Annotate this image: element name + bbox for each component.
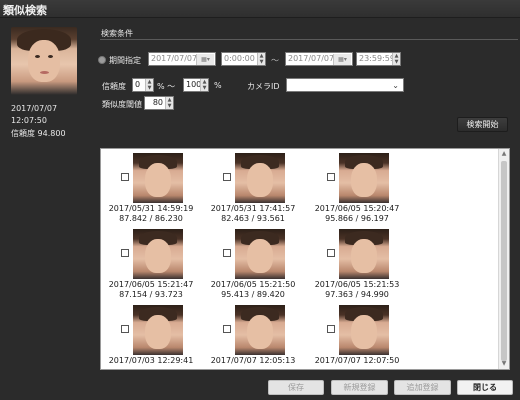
- chevron-down-icon[interactable]: ⌄: [392, 80, 399, 91]
- calendar-icon[interactable]: ▦▾: [196, 54, 214, 65]
- start-time-value: 0:00:00: [224, 54, 255, 63]
- percent-range-label: % 〜: [157, 82, 176, 91]
- spin-down-icon[interactable]: ▼: [146, 85, 153, 91]
- query-panel: 2017/07/07 12:07:50 信頼度 94.800: [0, 18, 90, 380]
- result-checkbox[interactable]: [121, 249, 129, 257]
- result-scores: 97.363 / 94.990: [325, 290, 389, 299]
- result-scores: 95.413 / 89.420: [221, 290, 285, 299]
- end-date-field[interactable]: 2017/07/07 ▦▾: [285, 52, 353, 66]
- result-item[interactable]: 2017/06/05 15:21:53 97.363 / 94.990: [307, 227, 407, 299]
- save-button[interactable]: 保存: [268, 380, 324, 395]
- result-item[interactable]: 2017/06/05 15:21:47 87.154 / 93.723: [101, 227, 201, 299]
- result-checkbox[interactable]: [327, 173, 335, 181]
- similarity-threshold-value: 80: [152, 98, 163, 107]
- result-scores: 87.842 / 86.230: [119, 214, 183, 223]
- confidence-max-value: 100: [186, 80, 202, 89]
- footer-bar: 保存 新規登録 追加登録 閉じる: [0, 380, 520, 400]
- result-item[interactable]: 2017/06/05 15:21:50 95.413 / 89.420: [203, 227, 303, 299]
- result-face-thumbnail[interactable]: [133, 153, 183, 203]
- result-checkbox[interactable]: [223, 325, 231, 333]
- result-timestamp: 2017/05/31 17:41:57: [210, 204, 296, 213]
- query-face-image: [11, 27, 77, 95]
- result-item[interactable]: 2017/05/31 14:59:19 87.842 / 86.230: [101, 151, 201, 223]
- end-time-spinner[interactable]: ▲ ▼: [392, 53, 400, 65]
- similarity-threshold-label: 類似度閾値: [102, 100, 142, 109]
- result-face-thumbnail[interactable]: [133, 229, 183, 279]
- result-timestamp: 2017/06/05 15:21:53: [314, 280, 400, 289]
- divider: [100, 39, 518, 40]
- result-checkbox[interactable]: [327, 249, 335, 257]
- result-item[interactable]: 2017/07/03 12:29:41: [101, 303, 201, 369]
- query-confidence: 信頼度 94.800: [11, 129, 66, 138]
- scroll-thumb[interactable]: [501, 161, 507, 361]
- result-timestamp: 2017/07/07 12:05:13: [210, 356, 296, 365]
- result-checkbox[interactable]: [121, 325, 129, 333]
- scroll-up-icon[interactable]: ▲: [499, 149, 509, 159]
- result-face-thumbnail[interactable]: [133, 305, 183, 355]
- confidence-max-field[interactable]: 100 ▲ ▼: [183, 78, 209, 92]
- result-item[interactable]: 2017/07/07 12:07:50: [307, 303, 407, 369]
- result-timestamp: 2017/05/31 14:59:19: [108, 204, 194, 213]
- result-face-thumbnail[interactable]: [235, 153, 285, 203]
- period-label: 期間指定: [109, 56, 141, 65]
- title-bar: 類似検索: [0, 0, 520, 18]
- similarity-threshold-field[interactable]: 80 ▲ ▼: [144, 96, 174, 110]
- start-date-field[interactable]: 2017/07/07 ▦▾: [148, 52, 216, 66]
- result-scores: 95.866 / 96.197: [325, 214, 389, 223]
- result-scores: 82.463 / 93.561: [221, 214, 285, 223]
- confidence-label: 信頼度: [102, 82, 126, 91]
- result-timestamp: 2017/07/03 12:29:41: [108, 356, 194, 365]
- end-time-value: 23:59:59: [359, 54, 395, 63]
- confidence-min-value: 0: [135, 80, 141, 89]
- results-panel: 2017/05/31 14:59:19 87.842 / 86.230 2017/0…: [100, 148, 510, 370]
- result-checkbox[interactable]: [223, 249, 231, 257]
- result-face-thumbnail[interactable]: [339, 229, 389, 279]
- window-title: 類似検索: [3, 4, 47, 17]
- confidence-min-field[interactable]: 0 ▲ ▼: [132, 78, 154, 92]
- result-timestamp: 2017/06/05 15:21:50: [210, 280, 296, 289]
- spin-down-icon[interactable]: ▼: [393, 59, 400, 65]
- spin-down-icon[interactable]: ▼: [258, 59, 265, 65]
- period-radio[interactable]: [98, 56, 106, 64]
- query-time: 12:07:50: [11, 116, 47, 125]
- result-timestamp: 2017/06/05 15:20:47: [314, 204, 400, 213]
- result-face-thumbnail[interactable]: [235, 305, 285, 355]
- result-item[interactable]: 2017/06/05 15:20:47 95.866 / 96.197: [307, 151, 407, 223]
- percent-label: %: [214, 81, 222, 90]
- calendar-icon[interactable]: ▦▾: [333, 54, 351, 65]
- result-timestamp: 2017/06/05 15:21:47: [108, 280, 194, 289]
- scrollbar[interactable]: ▲ ▼: [498, 149, 509, 369]
- start-date-value: 2017/07/07: [151, 54, 198, 63]
- scroll-down-icon[interactable]: ▼: [499, 359, 509, 369]
- result-timestamp: 2017/07/07 12:07:50: [314, 356, 400, 365]
- range-separator: 〜: [271, 56, 279, 65]
- start-time-field[interactable]: 0:00:00 ▲ ▼: [221, 52, 266, 66]
- spin-down-icon[interactable]: ▼: [201, 85, 208, 91]
- close-button[interactable]: 閉じる: [457, 380, 513, 395]
- query-date: 2017/07/07: [11, 104, 58, 113]
- start-time-spinner[interactable]: ▲ ▼: [257, 53, 265, 65]
- confidence-min-spinner[interactable]: ▲ ▼: [145, 79, 153, 91]
- end-date-value: 2017/07/07: [288, 54, 335, 63]
- add-register-button[interactable]: 追加登録: [394, 380, 451, 395]
- search-conditions-label: 検索条件: [101, 29, 133, 38]
- confidence-max-spinner[interactable]: ▲ ▼: [200, 79, 208, 91]
- result-checkbox[interactable]: [327, 325, 335, 333]
- result-scores: 87.154 / 93.723: [119, 290, 183, 299]
- result-item[interactable]: 2017/07/07 12:05:13: [203, 303, 303, 369]
- camera-id-label: カメラID: [247, 82, 280, 91]
- result-checkbox[interactable]: [223, 173, 231, 181]
- similarity-threshold-spinner[interactable]: ▲ ▼: [165, 97, 173, 109]
- new-register-button[interactable]: 新規登録: [331, 380, 388, 395]
- result-item[interactable]: 2017/05/31 17:41:57 82.463 / 93.561: [203, 151, 303, 223]
- result-face-thumbnail[interactable]: [339, 305, 389, 355]
- search-button[interactable]: 検索開始: [457, 117, 508, 132]
- spin-down-icon[interactable]: ▼: [166, 103, 173, 109]
- result-face-thumbnail[interactable]: [339, 153, 389, 203]
- result-face-thumbnail[interactable]: [235, 229, 285, 279]
- camera-id-select[interactable]: ⌄: [286, 78, 404, 92]
- result-checkbox[interactable]: [121, 173, 129, 181]
- end-time-field[interactable]: 23:59:59 ▲ ▼: [356, 52, 401, 66]
